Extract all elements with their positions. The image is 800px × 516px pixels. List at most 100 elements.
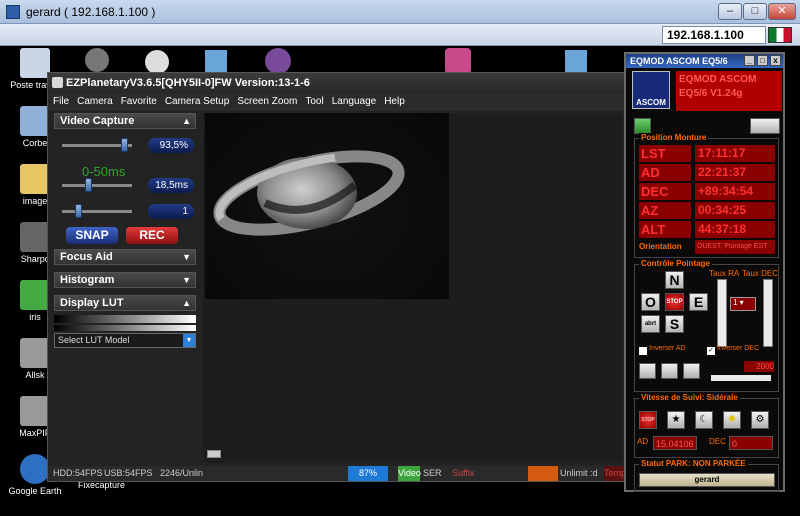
display-lut-header[interactable]: Display LUT ▲ bbox=[54, 295, 196, 311]
west-button[interactable]: O bbox=[641, 293, 660, 311]
spiral-icon[interactable] bbox=[683, 363, 700, 379]
gain-value[interactable]: 93,5% bbox=[148, 138, 194, 153]
slew-rate-slider[interactable] bbox=[711, 375, 771, 381]
sidereal-star-icon[interactable]: ★ bbox=[667, 411, 685, 429]
version-line2: EQ5/6 V1.24g bbox=[679, 88, 743, 99]
menu-help[interactable]: Help bbox=[384, 93, 405, 111]
position-row-dec: DEC +89:34:54 bbox=[639, 183, 775, 200]
position-row-az: AZ 00:34:25 bbox=[639, 202, 775, 219]
east-button[interactable]: E bbox=[689, 293, 708, 311]
rate-select[interactable]: 1 ▾ bbox=[730, 297, 756, 311]
pointing-header: Contrôle Pointage bbox=[639, 259, 712, 268]
menu-camera[interactable]: Camera bbox=[77, 93, 113, 111]
ip-address-field[interactable] bbox=[662, 26, 766, 44]
lst-value: 17:11:17 bbox=[695, 145, 775, 162]
focus-aid-title: Focus Aid bbox=[60, 251, 113, 263]
hdd-fps: HDD:54FPS bbox=[53, 468, 103, 478]
park-header: Statut PARK: NON PARKÉE bbox=[639, 459, 748, 468]
ez-app-icon bbox=[52, 77, 63, 88]
inverser-dec-checkbox[interactable]: ✓ bbox=[707, 347, 715, 355]
close-button[interactable]: ✕ bbox=[768, 3, 796, 20]
az-value: 00:34:25 bbox=[695, 202, 775, 219]
park-group: Statut PARK: NON PARKÉE gerard bbox=[634, 459, 779, 492]
zoom-control[interactable] bbox=[207, 450, 221, 458]
app-icon[interactable] bbox=[205, 50, 227, 72]
south-button[interactable]: S bbox=[665, 315, 684, 333]
menu-favorite[interactable]: Favorite bbox=[121, 93, 157, 111]
suffix-label[interactable]: Suffix bbox=[452, 466, 474, 481]
track-ad-field[interactable]: 15.04106 bbox=[653, 436, 697, 450]
position-row-alt: ALT 44:37:18 bbox=[639, 221, 775, 238]
binning-slider-thumb[interactable] bbox=[74, 204, 82, 218]
menu-camera-setup[interactable]: Camera Setup bbox=[165, 93, 229, 111]
tracking-group: Vitesse de Suivi: Sidérale STOP ★ ☾ ✹ ⚙ … bbox=[634, 393, 779, 458]
menu-tool[interactable]: Tool bbox=[305, 93, 323, 111]
collapse-icon[interactable]: ▲ bbox=[182, 114, 191, 128]
park-button[interactable]: gerard bbox=[639, 473, 775, 487]
stellarium-icon[interactable] bbox=[265, 48, 291, 74]
menu-screen-zoom[interactable]: Screen Zoom bbox=[237, 93, 297, 111]
position-row-ad: AD 22:21:37 bbox=[639, 164, 775, 181]
gain-slider-thumb[interactable] bbox=[120, 138, 128, 152]
exposure-value[interactable]: 18,5ms bbox=[148, 178, 194, 193]
focus-aid-header[interactable]: Focus Aid ▼ bbox=[54, 249, 196, 265]
eqmod-version-box: EQMOD ASCOM EQ5/6 V1.24g bbox=[676, 71, 782, 111]
solar-sun-icon[interactable]: ✹ bbox=[723, 411, 741, 429]
eqmod-maximize-button[interactable]: □ bbox=[757, 55, 768, 66]
inverser-ad-label: Inverser AD bbox=[649, 345, 686, 352]
chevron-down-icon: ▾ bbox=[737, 298, 744, 307]
binning-slider-track[interactable] bbox=[62, 210, 132, 213]
histogram-header[interactable]: Histogram ▼ bbox=[54, 272, 196, 288]
desktop-icon-label: image bbox=[22, 196, 48, 206]
video-format-badge[interactable]: Video bbox=[398, 466, 421, 481]
status-indicator: ■ bbox=[528, 466, 558, 481]
menu-file[interactable]: File bbox=[53, 93, 69, 111]
eqmod-window: EQMOD ASCOM EQ5/6 _ □ x ASCOM EQMOD ASCO… bbox=[624, 52, 785, 492]
add-icon[interactable] bbox=[634, 118, 651, 134]
temp-label: Temp bbox=[604, 466, 626, 481]
taux-ra-label: Taux RA bbox=[709, 269, 740, 278]
binoculars-icon[interactable] bbox=[639, 363, 656, 379]
taux-dec-label: Taux DEC bbox=[742, 269, 779, 278]
abort-button[interactable]: abrt bbox=[641, 315, 660, 333]
lunar-moon-icon[interactable]: ☾ bbox=[695, 411, 713, 429]
rec-button[interactable]: REC bbox=[126, 227, 178, 244]
orientation-value: OUEST, Pointage EST bbox=[695, 240, 775, 254]
exposure-slider-thumb[interactable] bbox=[85, 178, 93, 192]
expand-icon[interactable]: ▼ bbox=[182, 273, 191, 287]
eqmod-close-button[interactable]: x bbox=[770, 55, 781, 66]
usb-fps: USB:54FPS bbox=[104, 468, 153, 478]
setup-icon[interactable] bbox=[750, 118, 780, 134]
tracking-header: Vitesse de Suivi: Sidérale bbox=[639, 393, 740, 402]
custom-rate-icon[interactable]: ⚙ bbox=[751, 411, 769, 429]
collapse-icon[interactable]: ▲ bbox=[182, 296, 191, 310]
app-icon[interactable] bbox=[565, 50, 587, 72]
app-icon[interactable] bbox=[445, 48, 471, 74]
menu-language[interactable]: Language bbox=[332, 93, 377, 111]
maximize-button[interactable]: □ bbox=[743, 3, 767, 20]
ra-rate-slider[interactable] bbox=[717, 279, 727, 347]
display-lut-title: Display LUT bbox=[60, 297, 124, 309]
inverser-ad-checkbox[interactable] bbox=[639, 347, 647, 355]
track-dec-field[interactable]: 0 bbox=[729, 436, 773, 450]
chevron-down-icon[interactable]: ▼ bbox=[183, 334, 195, 347]
expand-icon[interactable]: ▼ bbox=[182, 250, 191, 264]
north-button[interactable]: N bbox=[665, 271, 684, 289]
binning-value[interactable]: 1 bbox=[148, 204, 194, 219]
remote-app-icon bbox=[6, 5, 20, 19]
app-icon[interactable] bbox=[85, 48, 109, 72]
grid-icon[interactable] bbox=[661, 363, 678, 379]
minimize-button[interactable]: – bbox=[718, 3, 742, 20]
video-capture-header[interactable]: Video Capture ▲ bbox=[54, 113, 196, 129]
gain-slider-row: 93,5% bbox=[54, 135, 196, 157]
ascom-logo-text: ASCOM bbox=[636, 98, 666, 107]
clock-icon[interactable] bbox=[145, 50, 169, 74]
position-group: Position Monture LST 17:11:17 AD 22:21:3… bbox=[634, 133, 779, 258]
stop-button[interactable]: STOP bbox=[665, 293, 684, 311]
exposure-slider-track[interactable] bbox=[62, 184, 132, 187]
eqmod-minimize-button[interactable]: _ bbox=[744, 55, 755, 66]
dec-rate-slider[interactable] bbox=[763, 279, 773, 347]
snap-button[interactable]: SNAP bbox=[66, 227, 118, 244]
tracking-stop-button[interactable]: STOP bbox=[639, 411, 657, 429]
lut-model-select[interactable]: Select LUT Model ▼ bbox=[54, 333, 196, 348]
